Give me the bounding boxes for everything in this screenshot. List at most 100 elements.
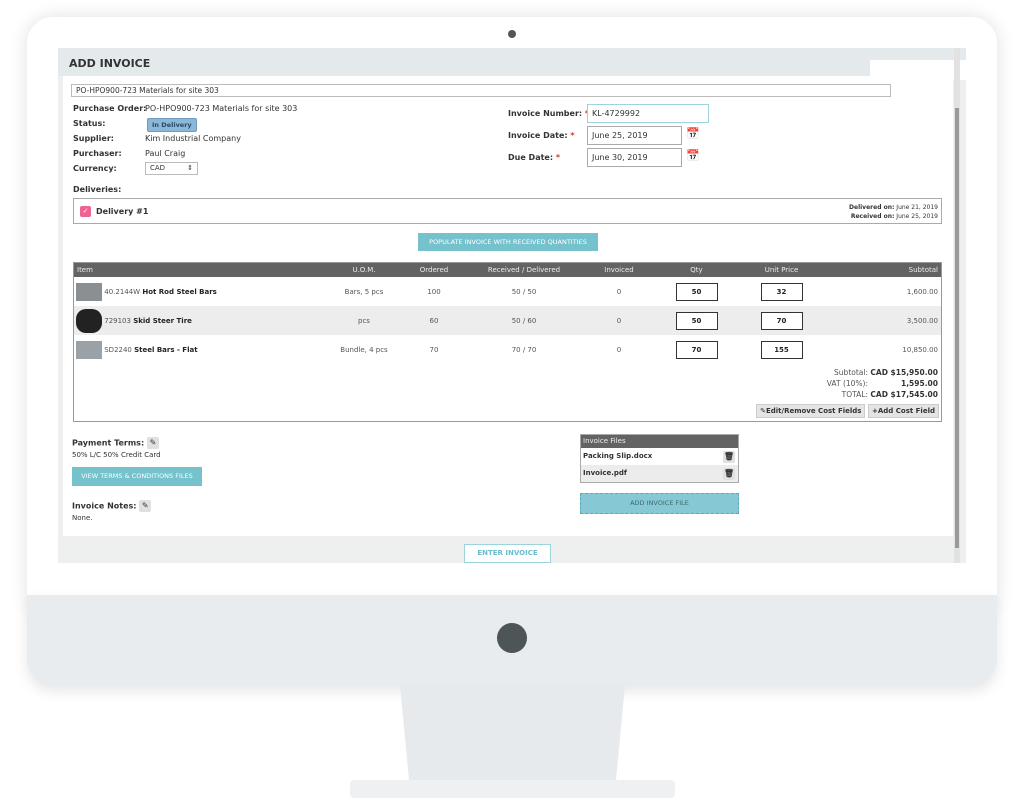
supplier-value: Kim Industrial Company	[145, 134, 241, 143]
trash-icon[interactable]: 🗑	[723, 468, 735, 480]
calendar-icon[interactable]: 📅	[686, 127, 700, 140]
item-code: 729103	[104, 316, 131, 325]
scrollbar[interactable]	[954, 48, 960, 563]
invoice-files-header: Invoice Files	[581, 435, 738, 448]
edit-cost-fields-button[interactable]: ✎Edit/Remove Cost Fields	[756, 404, 866, 418]
select-arrows-icon: ⇕	[187, 164, 193, 172]
file-name: Packing Slip.docx	[583, 452, 653, 460]
received-date: June 25, 2019	[896, 213, 938, 220]
col-invoiced: Invoiced	[584, 263, 654, 277]
invoice-notes-label: Invoice Notes:	[72, 501, 137, 511]
item-invoiced: 0	[616, 345, 622, 354]
item-uom: Bars, 5 pcs	[344, 287, 384, 296]
scrollbar-thumb[interactable]	[955, 108, 959, 548]
calendar-icon[interactable]: 📅	[686, 149, 700, 162]
col-qty: Qty	[654, 263, 739, 277]
deliveries-label: Deliveries:	[73, 185, 122, 194]
cost-field-buttons: ✎Edit/Remove Cost Fields +Add Cost Field	[756, 404, 939, 418]
item-thumbnail	[76, 340, 102, 359]
col-ordered: Ordered	[404, 263, 464, 277]
header-overlay	[870, 60, 966, 80]
col-item: Item	[74, 263, 324, 277]
enter-invoice-button[interactable]: ENTER INVOICE	[464, 544, 551, 563]
delivery-row: ✓ Delivery #1 Delivered on: June 21, 201…	[73, 198, 942, 224]
currency-select[interactable]: CAD ⇕	[145, 162, 198, 175]
due-date-input[interactable]: June 30, 2019	[587, 148, 682, 167]
edit-icon[interactable]: ✎	[146, 437, 159, 449]
total-value: CAD $17,545.00	[870, 390, 938, 399]
monitor-button	[497, 623, 527, 653]
delivery-dates: Delivered on: June 21, 2019 Received on:…	[849, 203, 938, 221]
delivered-label: Delivered on:	[849, 204, 895, 211]
total-label: TOTAL:	[841, 390, 868, 399]
col-uom: U.O.M.	[324, 263, 404, 277]
item-received: 50 / 50	[511, 287, 537, 296]
table-row: 729103 Skid Steer Tire pcs 60 50 / 60 0 …	[74, 306, 941, 335]
invoice-date-input[interactable]: June 25, 2019	[587, 126, 682, 145]
col-received: Received / Delivered	[464, 263, 584, 277]
add-cost-field-label: Add Cost Field	[877, 407, 935, 415]
qty-input[interactable]: 50	[675, 311, 718, 330]
purchaser-label: Purchaser:	[73, 149, 122, 158]
received-label: Received on:	[850, 213, 895, 220]
po-select[interactable]: PO-HPO900-723 Materials for site 303	[71, 84, 891, 97]
add-cost-field-button[interactable]: +Add Cost Field	[868, 404, 939, 418]
edit-icon[interactable]: ✎	[139, 500, 152, 512]
invoice-date-label: Invoice Date:	[508, 131, 568, 140]
unit-price-input[interactable]: 155	[760, 340, 803, 359]
qty-input[interactable]: 70	[675, 340, 718, 359]
delivery-checkbox[interactable]: ✓	[80, 206, 91, 217]
item-thumbnail	[76, 282, 102, 301]
item-ordered: 60	[404, 306, 464, 335]
subtotal-value: CAD $15,950.00	[870, 368, 938, 377]
payment-terms-heading: Payment Terms: ✎	[72, 437, 159, 449]
item-name: Steel Bars - Flat	[134, 345, 198, 354]
item-code: SD2240	[104, 345, 132, 354]
unit-price-input[interactable]: 32	[760, 282, 803, 301]
invoice-files: Invoice Files Packing Slip.docx 🗑 Invoice…	[580, 434, 739, 483]
item-thumbnail	[76, 308, 102, 333]
item-name: Skid Steer Tire	[133, 316, 192, 325]
item-uom: pcs	[324, 306, 404, 335]
item-subtotal: 10,850.00	[902, 345, 938, 354]
item-invoiced: 0	[584, 306, 654, 335]
item-subtotal: 3,500.00	[824, 306, 941, 335]
file-item[interactable]: Packing Slip.docx 🗑	[581, 448, 738, 465]
currency-value: CAD	[150, 164, 166, 172]
purchase-order-value: PO-HPO900-723 Materials for site 303	[145, 104, 298, 113]
payment-terms-label: Payment Terms:	[72, 438, 145, 448]
screen: ADD INVOICE PO-HPO900-723 Materials for …	[58, 48, 966, 563]
col-unit-price: Unit Price	[739, 263, 824, 277]
populate-button[interactable]: POPULATE INVOICE WITH RECEIVED QUANTITIE…	[418, 233, 598, 251]
item-code: 40.2144W	[104, 287, 141, 296]
item-ordered: 100	[427, 287, 441, 296]
unit-price-input[interactable]: 70	[760, 311, 803, 330]
monitor-stand	[400, 685, 625, 780]
view-terms-button[interactable]: VIEW TERMS & CONDITIONS FILES	[72, 467, 202, 486]
items-table: Item U.O.M. Ordered Received / Delivered…	[74, 263, 941, 364]
item-subtotal: 1,600.00	[906, 287, 938, 296]
table-row: 40.2144W Hot Rod Steel Bars Bars, 5 pcs …	[74, 277, 941, 306]
purchase-order-label: Purchase Order:	[73, 104, 147, 113]
vat-value: 1,595.00	[900, 379, 938, 388]
delivery-name: Delivery #1	[96, 207, 149, 216]
payment-terms-value: 50% L/C 50% Credit Card	[72, 451, 161, 459]
invoice-number-input[interactable]: KL-4729992	[587, 104, 709, 123]
required-marker: *	[555, 153, 561, 162]
invoice-notes-value: None.	[72, 514, 93, 522]
trash-icon[interactable]: 🗑	[723, 451, 735, 463]
add-invoice-file-button[interactable]: ADD INVOICE FILE	[580, 493, 739, 514]
supplier-label: Supplier:	[73, 134, 114, 143]
camera-dot	[508, 30, 516, 38]
item-received: 50 / 60	[464, 306, 584, 335]
currency-label: Currency:	[73, 164, 117, 173]
file-item[interactable]: Invoice.pdf 🗑	[581, 465, 738, 482]
delivered-date: June 21, 2019	[896, 204, 938, 211]
table-row: SD2240 Steel Bars - Flat Bundle, 4 pcs 7…	[74, 335, 941, 364]
due-date-label: Due Date:	[508, 153, 554, 162]
items-table-box: Item U.O.M. Ordered Received / Delivered…	[73, 262, 942, 422]
qty-input[interactable]: 50	[675, 282, 718, 301]
item-invoiced: 0	[616, 287, 622, 296]
monitor-base	[350, 780, 675, 798]
page-title: ADD INVOICE	[58, 48, 966, 76]
